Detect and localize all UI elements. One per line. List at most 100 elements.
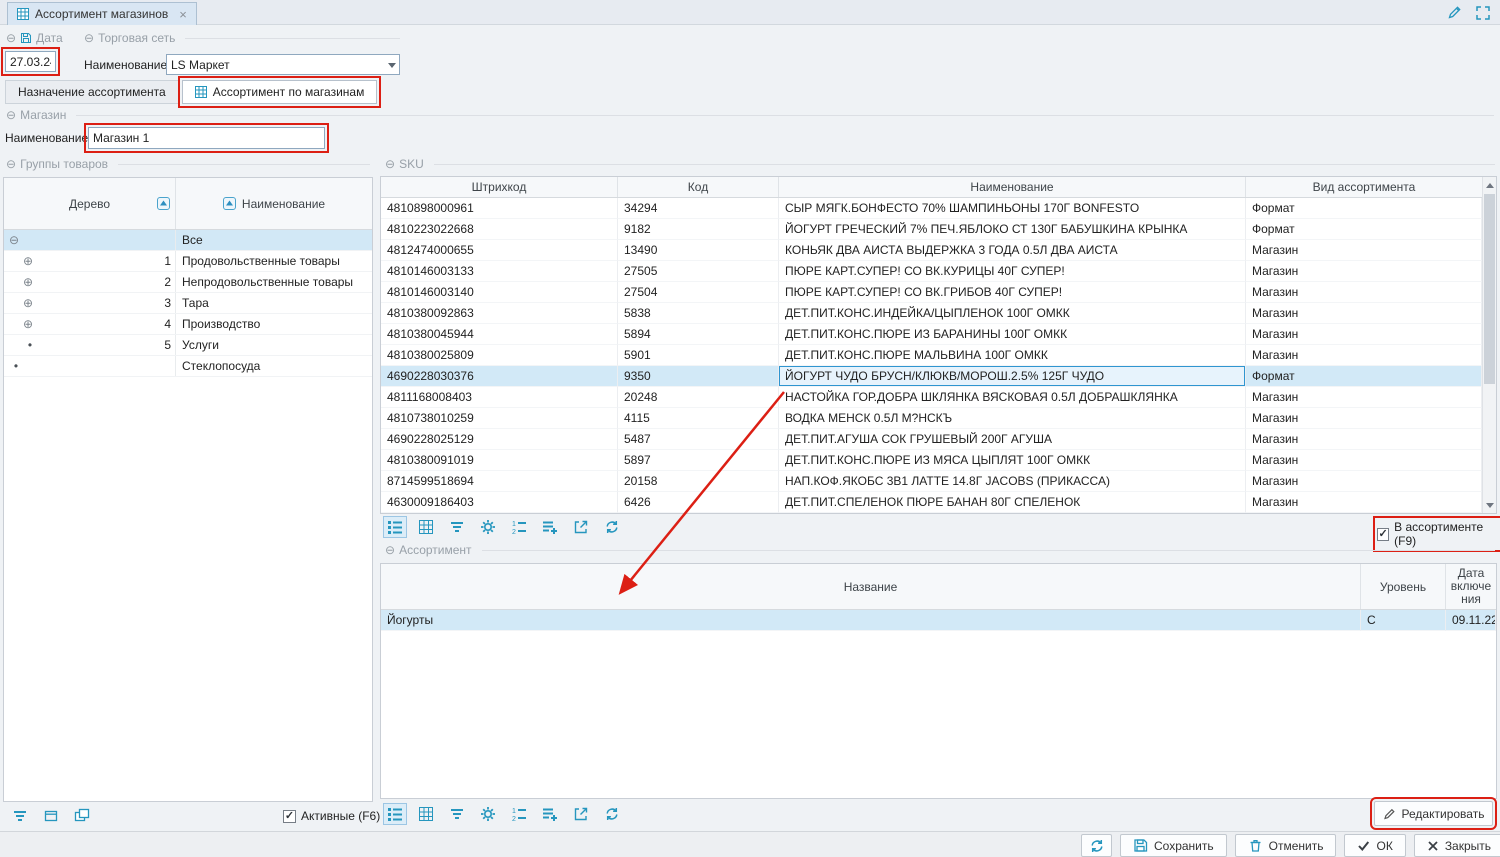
scroll-down-icon[interactable]	[1483, 498, 1496, 513]
sku-cell: 27505	[618, 261, 779, 282]
tab-label: Ассортимент по магазинам	[213, 85, 365, 99]
refresh-data-icon[interactable]	[600, 803, 624, 825]
sku-row[interactable]: 46902280303769350ЙОГУРТ ЧУДО БРУСН/КЛЮКВ…	[381, 366, 1482, 387]
scroll-up-icon[interactable]	[1483, 177, 1496, 192]
edit-button-label: Редактировать	[1402, 807, 1485, 821]
ordered-list-icon[interactable]: 12	[507, 803, 531, 825]
tree-row[interactable]: 3Тара	[4, 293, 372, 314]
sku-table-header: ШтрихкодКодНаименованиеВид ассортимента	[381, 177, 1482, 198]
column-header[interactable]: Дата включения	[1446, 564, 1496, 609]
network-name-combo[interactable]	[166, 54, 400, 75]
add-to-list-icon[interactable]	[538, 803, 562, 825]
tree-row[interactable]: 4Производство	[4, 314, 372, 335]
collapse-icon[interactable]	[6, 108, 16, 122]
sku-row[interactable]: 48103800258095901ДЕТ.ПИТ.КОНС.ПЮРЕ МАЛЬВ…	[381, 345, 1482, 366]
grid-view-icon[interactable]	[414, 803, 438, 825]
sort-ascending-icon[interactable]	[223, 197, 236, 210]
sku-cell: ДЕТ.ПИТ.АГУША СОК ГРУШЕВЫЙ 200Г АГУША	[779, 429, 1246, 450]
chevron-down-icon[interactable]	[384, 55, 399, 74]
column-header-name[interactable]: Наименование	[176, 178, 372, 229]
sku-row[interactable]: 48102230226689182ЙОГУРТ ГРЕЧЕСКИЙ 7% ПЕЧ…	[381, 219, 1482, 240]
sku-row[interactable]: 481089800096134294СЫР МЯГК.БОНФЕСТО 70% …	[381, 198, 1482, 219]
filter-icon[interactable]	[445, 516, 469, 538]
column-header[interactable]: Наименование	[779, 177, 1246, 197]
sku-row[interactable]: 46300091864036426ДЕТ.ПИТ.СПЕЛЕНОК ПЮРЕ Б…	[381, 492, 1482, 513]
sku-cell: 4115	[618, 408, 779, 429]
date-input[interactable]	[5, 51, 56, 72]
refresh-button[interactable]	[1081, 834, 1112, 857]
column-header[interactable]: Код	[618, 177, 779, 197]
ordered-list-icon[interactable]: 12	[507, 516, 531, 538]
collapse-icon[interactable]	[6, 157, 16, 171]
collapse-icon[interactable]	[84, 31, 94, 45]
sku-cell: Магазин	[1246, 408, 1482, 429]
settings-icon[interactable]	[476, 516, 500, 538]
sku-row[interactable]: 46902280251295487ДЕТ.ПИТ.АГУША СОК ГРУШЕ…	[381, 429, 1482, 450]
tab-assortment-assignment[interactable]: Назначение ассортимента	[5, 80, 179, 104]
scrollbar-thumb[interactable]	[1484, 194, 1495, 384]
tree-plus-icon[interactable]	[22, 318, 34, 330]
add-to-list-icon[interactable]	[538, 516, 562, 538]
sku-row[interactable]: 481014600313327505ПЮРЕ КАРТ.СУПЕР! СО ВК…	[381, 261, 1482, 282]
group-number: 2	[164, 272, 175, 292]
tree-plus-icon[interactable]	[22, 297, 34, 309]
edit-icon[interactable]	[1447, 5, 1462, 20]
sku-row[interactable]: 48103800459445894ДЕТ.ПИТ.КОНС.ПЮРЕ ИЗ БА…	[381, 324, 1482, 345]
layouts-icon[interactable]	[70, 805, 94, 827]
cancel-button[interactable]: Отменить	[1235, 834, 1337, 857]
sku-row[interactable]: 48103800928635838ДЕТ.ПИТ.КОНС.ИНДЕЙКА/ЦЫ…	[381, 303, 1482, 324]
tree-plus-icon[interactable]	[22, 255, 34, 267]
store-name-input[interactable]	[88, 127, 325, 149]
tree-plus-icon[interactable]	[22, 276, 34, 288]
details-view-icon[interactable]	[383, 803, 407, 825]
close-button[interactable]: Закрыть	[1414, 834, 1500, 857]
group-name: Все	[176, 230, 372, 250]
close-icon	[1427, 840, 1439, 852]
sku-cell: 4810380092863	[381, 303, 618, 324]
tree-row[interactable]: 1Продовольственные товары	[4, 251, 372, 272]
document-tab[interactable]: Ассортимент магазинов ×	[7, 2, 197, 25]
column-header[interactable]: Название	[381, 564, 1361, 609]
column-header-tree[interactable]: Дерево	[4, 178, 176, 229]
save-button[interactable]: Сохранить	[1120, 834, 1227, 857]
grid-view-icon[interactable]	[414, 516, 438, 538]
open-in-window-icon[interactable]	[569, 516, 593, 538]
filter-icon[interactable]	[445, 803, 469, 825]
network-name-input[interactable]	[167, 55, 384, 74]
assortment-row[interactable]: ЙогуртыС09.11.22	[381, 610, 1496, 631]
refresh-data-icon[interactable]	[600, 516, 624, 538]
sort-ascending-icon[interactable]	[157, 197, 170, 210]
sku-cell: 4810380091019	[381, 450, 618, 471]
tree-row[interactable]: Стеклопосуда	[4, 356, 372, 377]
tree-collapse-icon[interactable]	[8, 234, 20, 246]
details-view-icon[interactable]	[383, 516, 407, 538]
filter-icon[interactable]	[8, 805, 32, 827]
maximize-icon[interactable]	[1476, 5, 1490, 20]
edit-button[interactable]: Редактировать	[1374, 801, 1493, 826]
tree-row[interactable]: 5Услуги	[4, 335, 372, 356]
sku-row[interactable]: 871459951869420158НАП.КОФ.ЯКОБС 3В1 ЛАТТ…	[381, 471, 1482, 492]
sku-row[interactable]: 48103800910195897ДЕТ.ПИТ.КОНС.ПЮРЕ ИЗ МЯ…	[381, 450, 1482, 471]
sku-row[interactable]: 481116800840320248НАСТОЙКА ГОР.ДОБРА ШКЛ…	[381, 387, 1482, 408]
sku-scrollbar[interactable]	[1482, 177, 1496, 513]
group-name: Производство	[176, 314, 372, 334]
sku-row[interactable]: 481014600314027504ПЮРЕ КАРТ.СУПЕР! СО ВК…	[381, 282, 1482, 303]
sku-cell: ВОДКА МЕНСК 0.5Л М?НСКЪ	[779, 408, 1246, 429]
ok-button[interactable]: ОК	[1344, 834, 1405, 857]
column-header[interactable]: Штрихкод	[381, 177, 618, 197]
active-checkbox[interactable]: Активные (F6)	[283, 809, 380, 823]
collapse-icon[interactable]	[385, 157, 395, 171]
collapse-icon[interactable]	[385, 543, 395, 557]
clear-layout-icon[interactable]	[39, 805, 63, 827]
tree-row[interactable]: Все	[4, 230, 372, 251]
column-header[interactable]: Вид ассортимента	[1246, 177, 1482, 197]
column-header[interactable]: Уровень	[1361, 564, 1446, 609]
tree-row[interactable]: 2Непродовольственные товары	[4, 272, 372, 293]
collapse-icon[interactable]	[6, 31, 16, 45]
open-in-window-icon[interactable]	[569, 803, 593, 825]
settings-icon[interactable]	[476, 803, 500, 825]
tab-assortment-by-stores[interactable]: Ассортимент по магазинам	[182, 80, 378, 104]
sku-row[interactable]: 48107380102594115ВОДКА МЕНСК 0.5Л М?НСКЪ…	[381, 408, 1482, 429]
sku-row[interactable]: 481247400065513490КОНЬЯК ДВА АИСТА ВЫДЕР…	[381, 240, 1482, 261]
tab-close-icon[interactable]: ×	[179, 8, 187, 21]
